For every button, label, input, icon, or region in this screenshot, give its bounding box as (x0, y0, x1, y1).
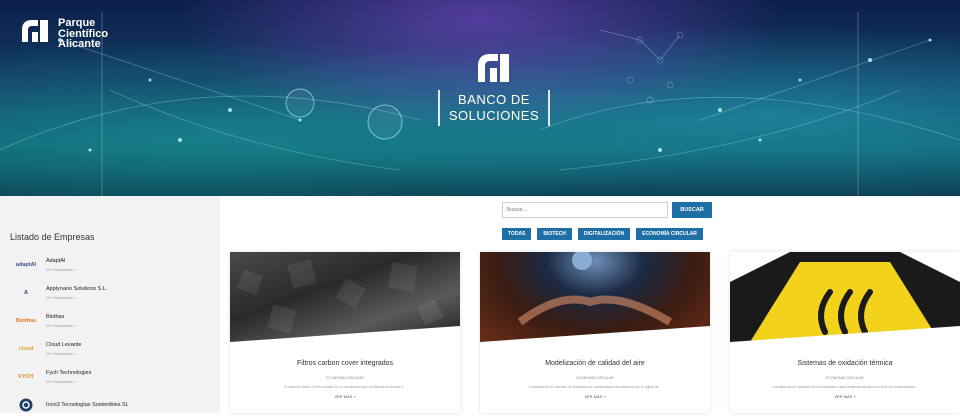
solution-card[interactable]: Filtros carbon cover integrados ECONOMÍA… (230, 252, 460, 413)
company-item[interactable]: FYCH Fych Technologies Ver Soluciones » (12, 364, 212, 390)
card-image (480, 252, 710, 342)
card-more-link[interactable]: VER MÁS » (730, 394, 960, 399)
card-title[interactable]: Modelización de calidad del aire (480, 360, 710, 367)
card-description: La realización de estudios de dispersión… (528, 385, 662, 389)
card-category: ECONOMÍA CIRCULAR (826, 376, 864, 380)
inno3-logo-icon (19, 398, 33, 412)
company-name[interactable]: Cloud Levante (46, 342, 81, 349)
company-item[interactable]: adaptAI AdaptAI Ver Soluciones » (12, 252, 212, 278)
parque-logo-icon (22, 20, 48, 42)
company-solutions-link[interactable]: Ver Soluciones » (46, 295, 107, 300)
card-image-cut (230, 326, 460, 342)
banner-text: BANCO DE SOLUCIONES (438, 90, 550, 126)
company-item[interactable]: cloud Cloud Levante Ver Soluciones » (12, 336, 212, 362)
banco-logo-icon (478, 54, 509, 82)
hero-banner: Parque Científico Alicante BANCO DE SOLU… (0, 0, 960, 196)
company-item[interactable]: Inno3 Tecnologías Sostenibles SL (12, 392, 212, 418)
card-category: ECONOMÍA CIRCULAR (326, 376, 364, 380)
company-logo: FYCH (18, 374, 34, 380)
card-description: Los sistemas de oxidación térmica trabaj… (772, 385, 918, 389)
company-item[interactable]: Biothas Biothas Ver Soluciones » (12, 308, 212, 334)
logo-line: Alicante (58, 38, 101, 50)
card-title[interactable]: Sistemas de oxidación térmica (730, 360, 960, 367)
card-title[interactable]: Filtros carbon cover integrados (230, 360, 460, 367)
logo-text: Parque Científico Alicante (58, 18, 108, 50)
company-logo (12, 398, 40, 412)
company-name[interactable]: Fych Technologies (46, 370, 91, 377)
card-image (230, 252, 460, 342)
company-logo: cloud (18, 346, 34, 352)
filter-digitalizacion[interactable]: DIGITALIZACIÓN (577, 228, 631, 240)
card-more-link[interactable]: VER MÁS » (480, 394, 710, 399)
card-description: El sistema Carbon Cover consiste en un c… (284, 385, 406, 389)
card-image (730, 252, 960, 342)
category-filters: TODAS BIOTECH DIGITALIZACIÓN ECONOMÍA CI… (502, 228, 703, 240)
company-sidebar: Listado de Empresas adaptAI AdaptAI Ver … (0, 196, 220, 413)
card-category: ECONOMÍA CIRCULAR (576, 376, 614, 380)
company-solutions-link[interactable]: Ver Soluciones » (46, 379, 91, 384)
filter-biotech[interactable]: BIOTECH (537, 228, 572, 240)
site-logo[interactable]: Parque Científico Alicante (18, 14, 108, 50)
company-name[interactable]: Biothas (46, 314, 76, 321)
sidebar-title: Listado de Empresas (10, 232, 95, 242)
solution-card[interactable]: Modelización de calidad del aire ECONOMÍ… (480, 252, 710, 413)
search-button[interactable]: BUSCAR (672, 202, 712, 218)
card-image-cut (480, 326, 710, 342)
search-bar: BUSCAR (502, 202, 712, 218)
filter-todas[interactable]: TODAS (502, 228, 532, 240)
logo-line: Parque (58, 17, 96, 29)
company-logo: Biothas (15, 318, 37, 324)
card-image-cut (730, 326, 960, 342)
company-solutions-link[interactable]: Ver Soluciones » (46, 323, 76, 328)
company-solutions-link[interactable]: Ver Soluciones » (46, 267, 76, 272)
search-input[interactable] (502, 202, 668, 218)
company-logo: adaptAI (15, 262, 37, 268)
company-logo: A (24, 290, 28, 296)
banner-title: BANCO DE SOLUCIONES (438, 48, 550, 138)
solution-card[interactable]: Sistemas de oxidación térmica ECONOMÍA C… (730, 252, 960, 413)
company-solutions-link[interactable]: Ver Soluciones » (46, 351, 81, 356)
banner-line: BANCO DE (458, 92, 530, 107)
filter-economia-circular[interactable]: ECONOMÍA CIRCULAR (636, 228, 703, 240)
company-name[interactable]: Inno3 Tecnologías Sostenibles SL (46, 402, 129, 409)
banner-line: SOLUCIONES (448, 108, 540, 123)
company-name[interactable]: AdaptAI (46, 258, 76, 265)
company-item[interactable]: A Applynano Solutions S.L. Ver Solucione… (12, 280, 212, 306)
card-more-link[interactable]: VER MÁS » (230, 394, 460, 399)
company-name[interactable]: Applynano Solutions S.L. (46, 286, 107, 293)
